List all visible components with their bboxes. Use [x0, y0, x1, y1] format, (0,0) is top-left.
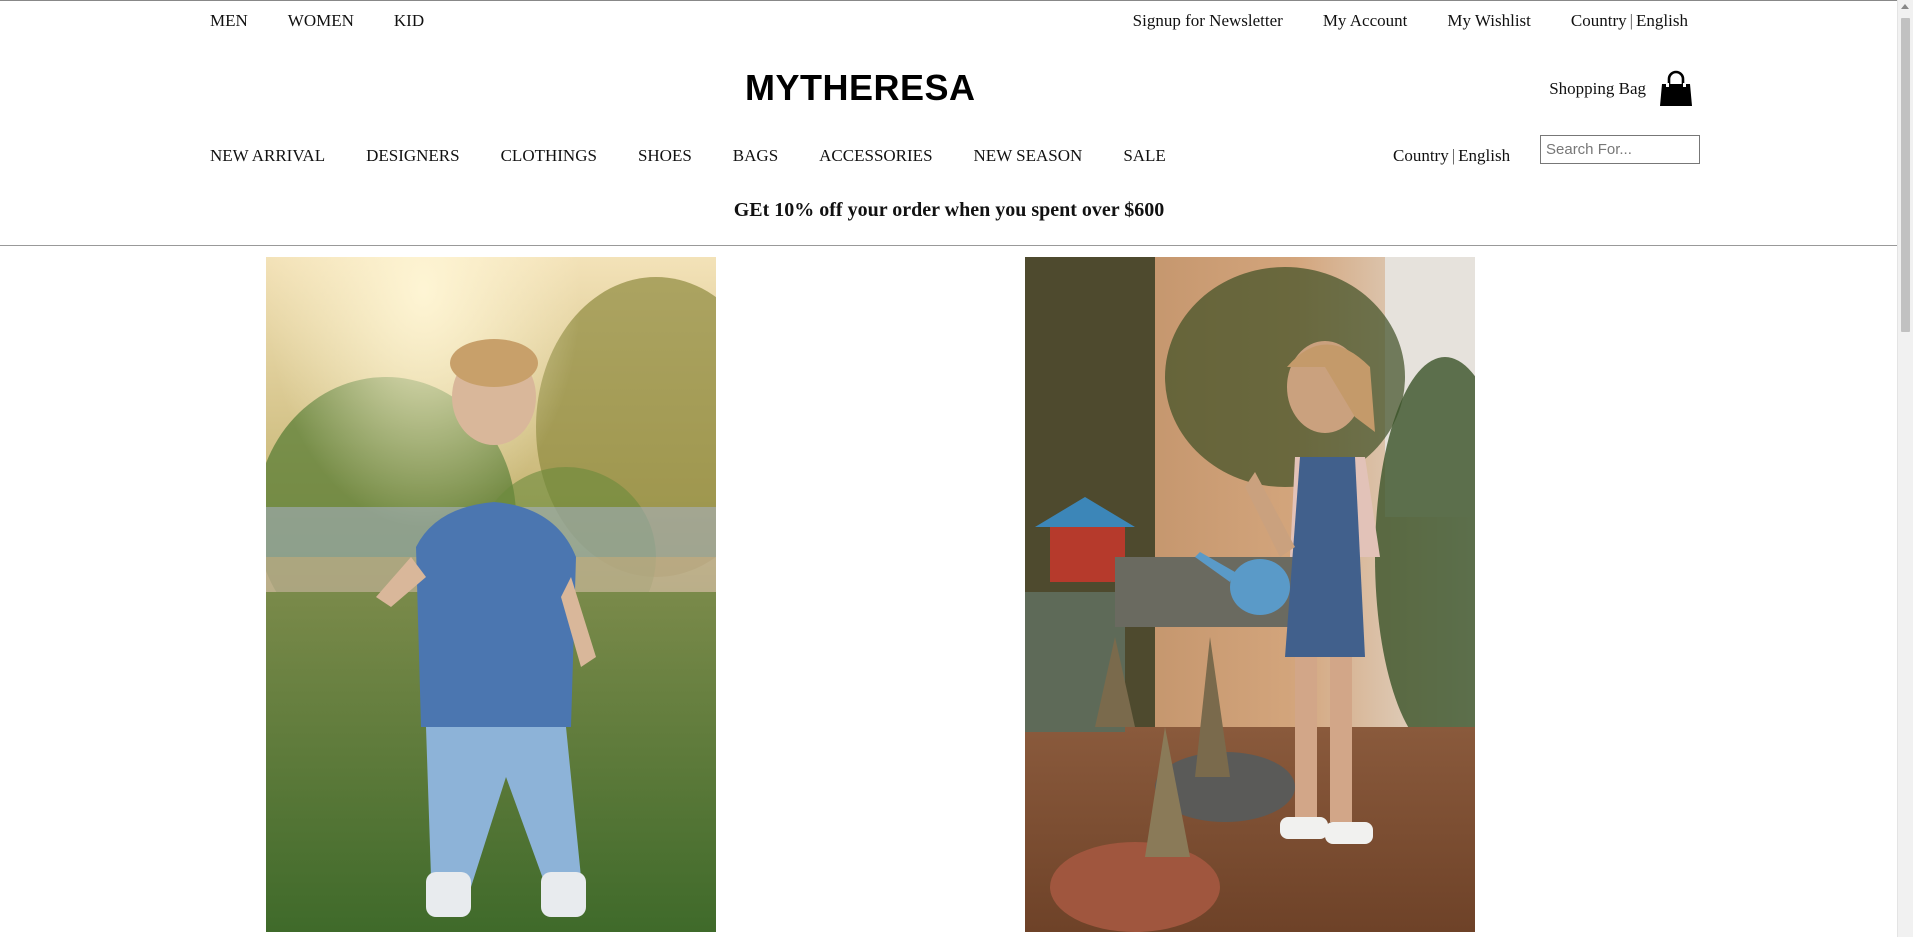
top-gender-nav: MEN WOMEN KID	[210, 11, 464, 31]
nav-country-language-selector[interactable]: Country | English	[1393, 146, 1510, 166]
category-nav: NEW ARRIVAL DESIGNERS CLOTHINGS SHOES BA…	[210, 146, 1207, 166]
nav-designers[interactable]: DESIGNERS	[366, 146, 460, 166]
nav-country-label: Country	[1393, 146, 1449, 165]
top-country-language-selector[interactable]: Country | English	[1571, 11, 1688, 31]
nav-bags[interactable]: BAGS	[733, 146, 778, 166]
shopping-bag-icon	[1657, 70, 1695, 108]
page: MEN WOMEN KID Signup for Newsletter My A…	[0, 0, 1913, 937]
newsletter-signup-link[interactable]: Signup for Newsletter	[1133, 11, 1283, 31]
nav-language-label: English	[1458, 146, 1511, 165]
nav-locale-separator: |	[1451, 146, 1456, 165]
toddler-in-park-photo[interactable]	[266, 257, 716, 932]
my-wishlist-link[interactable]: My Wishlist	[1447, 11, 1531, 31]
top-divider	[0, 0, 1898, 1]
promo-divider	[0, 245, 1898, 246]
nav-clothings[interactable]: CLOTHINGS	[501, 146, 597, 166]
girl-watering-plants-photo[interactable]	[1025, 257, 1475, 932]
country-label: Country	[1570, 11, 1627, 30]
language-label: English	[1636, 11, 1688, 30]
nav-new-season[interactable]: NEW SEASON	[974, 146, 1083, 166]
nav-accessories[interactable]: ACCESSORIES	[819, 146, 932, 166]
promo-banner: GEt 10% off your order when you spent ov…	[733, 199, 1165, 221]
nav-shoes[interactable]: SHOES	[638, 146, 692, 166]
top-account-nav: Signup for Newsletter My Account My Wish…	[1093, 11, 1688, 31]
shopping-bag-label: Shopping Bag	[1549, 79, 1646, 98]
nav-sale[interactable]: SALE	[1123, 146, 1166, 166]
search-input[interactable]	[1540, 135, 1700, 164]
nav-women-link[interactable]: WOMEN	[288, 11, 354, 31]
nav-kid-link[interactable]: KID	[394, 11, 424, 31]
page-scrollbar[interactable]	[1897, 0, 1913, 937]
site-logo[interactable]: MYTHERESA	[745, 67, 976, 109]
scroll-up-icon[interactable]	[1901, 4, 1909, 9]
nav-men-link[interactable]: MEN	[210, 11, 248, 31]
nav-new-arrival[interactable]: NEW ARRIVAL	[210, 146, 325, 166]
my-account-link[interactable]: My Account	[1323, 11, 1408, 31]
shopping-bag-button[interactable]: Shopping Bag	[1549, 70, 1695, 108]
locale-separator: |	[1629, 11, 1634, 30]
scrollbar-thumb[interactable]	[1901, 18, 1910, 332]
